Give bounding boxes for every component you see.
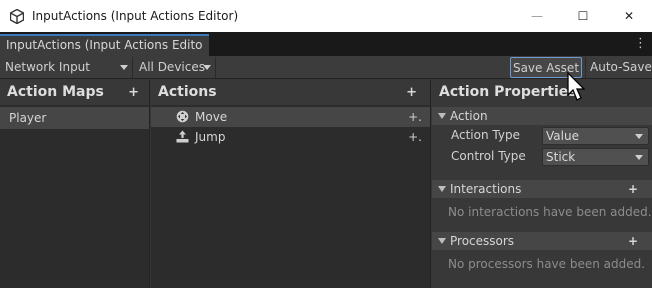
action-type-row: Action Type Value [432,125,652,146]
triangle-down-icon [438,113,446,119]
action-label: Move [195,110,228,124]
action-maps-list: Player [0,105,149,288]
add-action-button[interactable]: + [406,80,417,105]
action-map-player[interactable]: Player [0,107,149,129]
unity-logo-icon [9,8,25,24]
actions-list: Move +. Jump +. [151,105,430,288]
action-properties-title: Action Properties [439,84,577,100]
close-button[interactable]: ✕ [606,0,652,32]
control-type-label: Control Type [451,149,526,163]
action-type-dropdown[interactable]: Value [542,127,649,145]
action-section-foldout[interactable]: Action [432,107,652,125]
tab-input-actions[interactable]: InputActions (Input Actions Edito [0,34,209,56]
control-type-value: Stick [546,150,576,164]
control-scheme-dropdown[interactable]: Network Input [0,57,133,78]
action-move[interactable]: Move +. [151,107,430,127]
interactions-section-label: Interactions [450,182,522,196]
add-action-map-button[interactable]: + [128,80,139,105]
triangle-down-icon [438,186,446,192]
action-jump[interactable]: Jump +. [151,127,430,147]
action-section-label: Action [450,109,488,123]
action-properties-header: Action Properties [432,80,652,105]
maximize-button[interactable]: ☐ [560,0,606,32]
triangle-down-icon [438,238,446,244]
chevron-down-icon [635,155,643,160]
window-controls: — ☐ ✕ [514,0,652,32]
processors-section-foldout[interactable]: Processors + [432,232,652,250]
action-type-label: Action Type [451,128,520,142]
add-binding-button[interactable]: +. [408,107,422,127]
chevron-down-icon [635,134,643,139]
processors-section-label: Processors [450,234,515,248]
processors-empty-message: No processors have been added. [448,257,646,271]
button-action-icon [176,130,189,143]
action-maps-panel: Action Maps + Player [0,80,150,288]
interactions-empty-message: No interactions have been added. [448,205,652,219]
devices-label: All Devices [139,60,205,74]
control-type-row: Control Type Stick [432,146,652,167]
action-properties-panel: Action Properties Action Action Type Val… [432,80,652,288]
actions-panel: Actions + Move +. Jump +. [151,80,431,288]
add-binding-button[interactable]: +. [408,127,422,147]
add-processor-button[interactable]: + [628,232,638,250]
interactions-section-foldout[interactable]: Interactions + [432,180,652,198]
minimize-button[interactable]: — [514,0,560,32]
action-maps-header: Action Maps + [0,80,149,105]
action-maps-title: Action Maps [7,84,104,100]
actions-header: Actions + [151,80,430,105]
mouse-cursor-icon [567,72,586,101]
window-title: InputActions (Input Actions Editor) [32,9,239,23]
chevron-down-icon [203,65,211,70]
move-action-icon [176,110,189,123]
tab-strip: InputActions (Input Actions Edito ⋮ [0,32,652,56]
chevron-down-icon [120,65,128,70]
add-interaction-button[interactable]: + [628,180,638,198]
devices-dropdown[interactable]: All Devices [134,57,216,78]
actions-title: Actions [158,84,217,100]
control-scheme-label: Network Input [5,60,90,74]
control-type-dropdown[interactable]: Stick [542,148,649,166]
auto-save-toggle[interactable]: Auto-Save [585,57,652,78]
editor-toolbar: Network Input All Devices Save Asset Aut… [0,56,652,79]
action-label: Jump [195,130,226,144]
action-type-value: Value [546,129,579,143]
more-options-icon[interactable]: ⋮ [634,36,647,52]
window-titlebar: InputActions (Input Actions Editor) — ☐ … [0,0,652,32]
